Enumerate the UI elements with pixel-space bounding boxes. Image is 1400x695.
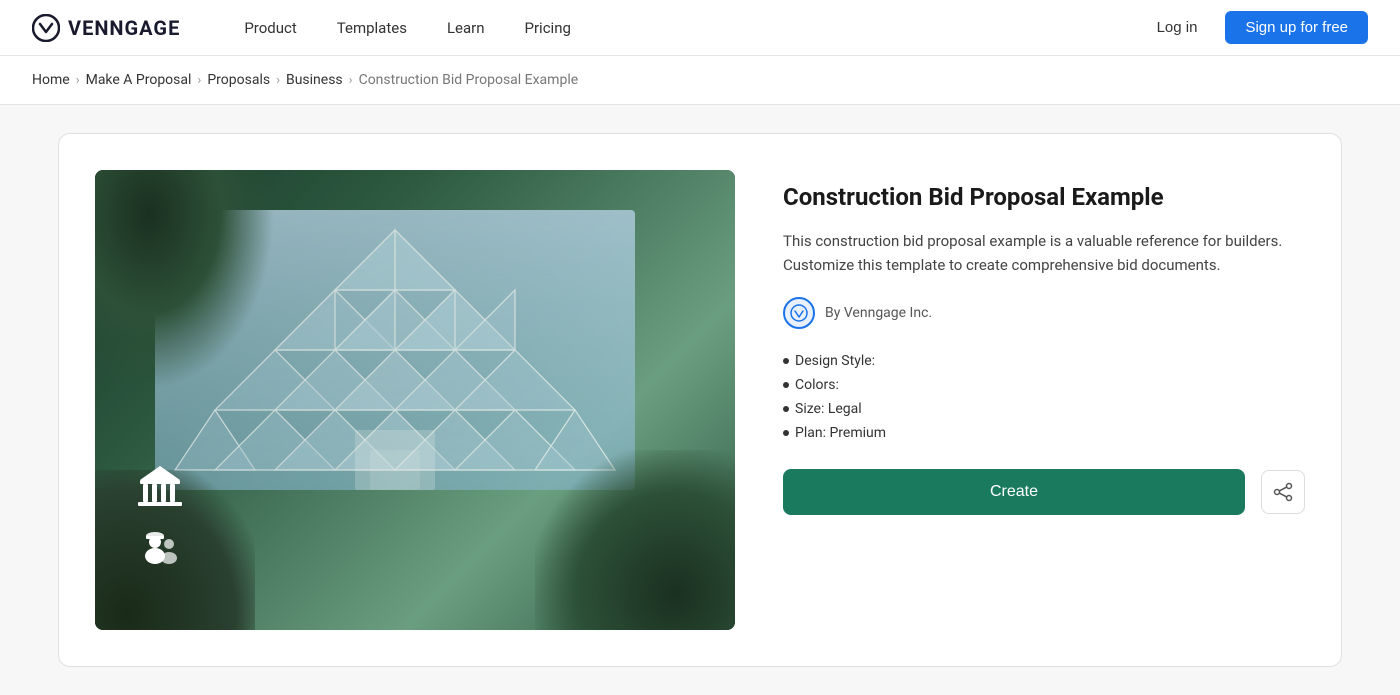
breadcrumb-sep-2: › bbox=[197, 73, 201, 88]
foliage-top-left bbox=[95, 170, 275, 390]
share-button[interactable] bbox=[1261, 470, 1305, 514]
meta-design-style-label: Design Style: bbox=[795, 353, 875, 369]
meta-bullet-1 bbox=[783, 358, 789, 364]
template-overlay-icons bbox=[135, 462, 185, 570]
author-avatar bbox=[783, 297, 815, 329]
meta-plan-label: Plan: Premium bbox=[795, 425, 886, 441]
meta-plan: Plan: Premium bbox=[783, 425, 1305, 441]
breadcrumb-business[interactable]: Business bbox=[286, 72, 343, 88]
template-meta: Design Style: Colors: Size: Legal Plan: … bbox=[783, 353, 1305, 441]
meta-size: Size: Legal bbox=[783, 401, 1305, 417]
breadcrumb-current: Construction Bid Proposal Example bbox=[359, 72, 579, 88]
meta-bullet-2 bbox=[783, 382, 789, 388]
brand-logo[interactable]: VENNGAGE bbox=[32, 14, 180, 42]
nav-links: Product Templates Learn Pricing bbox=[228, 11, 1140, 45]
breadcrumb-home[interactable]: Home bbox=[32, 72, 70, 88]
template-title: Construction Bid Proposal Example bbox=[783, 182, 1305, 213]
template-actions: Create bbox=[783, 469, 1305, 515]
breadcrumb-sep-1: › bbox=[76, 73, 80, 88]
nav-item-learn[interactable]: Learn bbox=[431, 11, 501, 45]
foliage-bottom-right bbox=[535, 450, 735, 630]
breadcrumb-bar: Home › Make A Proposal › Proposals › Bus… bbox=[0, 56, 1400, 105]
meta-design-style: Design Style: bbox=[783, 353, 1305, 369]
meta-size-label: Size: Legal bbox=[795, 401, 862, 417]
venngage-author-icon bbox=[790, 304, 808, 322]
create-button[interactable]: Create bbox=[783, 469, 1245, 515]
venngage-logo-icon bbox=[32, 14, 60, 42]
meta-bullet-3 bbox=[783, 406, 789, 412]
navbar: VENNGAGE Product Templates Learn Pricing… bbox=[0, 0, 1400, 56]
template-detail: Construction Bid Proposal Example This c… bbox=[783, 170, 1305, 515]
author-name: By Venngage Inc. bbox=[825, 305, 932, 321]
breadcrumb: Home › Make A Proposal › Proposals › Bus… bbox=[32, 72, 1368, 88]
share-icon bbox=[1273, 482, 1293, 502]
login-button[interactable]: Log in bbox=[1141, 11, 1214, 44]
brand-name: VENNGAGE bbox=[68, 16, 180, 40]
nav-item-templates[interactable]: Templates bbox=[321, 11, 423, 45]
template-image-wrapper bbox=[95, 170, 735, 630]
breadcrumb-sep-4: › bbox=[349, 73, 353, 88]
meta-colors: Colors: bbox=[783, 377, 1305, 393]
template-card: Construction Bid Proposal Example This c… bbox=[58, 133, 1342, 667]
worker-icon bbox=[135, 522, 183, 570]
nav-actions: Log in Sign up for free bbox=[1141, 11, 1368, 44]
template-description: This construction bid proposal example i… bbox=[783, 229, 1305, 277]
signup-button[interactable]: Sign up for free bbox=[1225, 11, 1368, 44]
nav-item-pricing[interactable]: Pricing bbox=[509, 11, 587, 45]
meta-bullet-4 bbox=[783, 430, 789, 436]
breadcrumb-make-proposal[interactable]: Make A Proposal bbox=[86, 72, 192, 88]
building-icon bbox=[135, 462, 185, 512]
main-content: Construction Bid Proposal Example This c… bbox=[30, 133, 1370, 667]
nav-item-product[interactable]: Product bbox=[228, 11, 312, 45]
template-image-bg bbox=[95, 170, 735, 630]
breadcrumb-proposals[interactable]: Proposals bbox=[207, 72, 270, 88]
template-author: By Venngage Inc. bbox=[783, 297, 1305, 329]
meta-colors-label: Colors: bbox=[795, 377, 839, 393]
breadcrumb-sep-3: › bbox=[276, 73, 280, 88]
